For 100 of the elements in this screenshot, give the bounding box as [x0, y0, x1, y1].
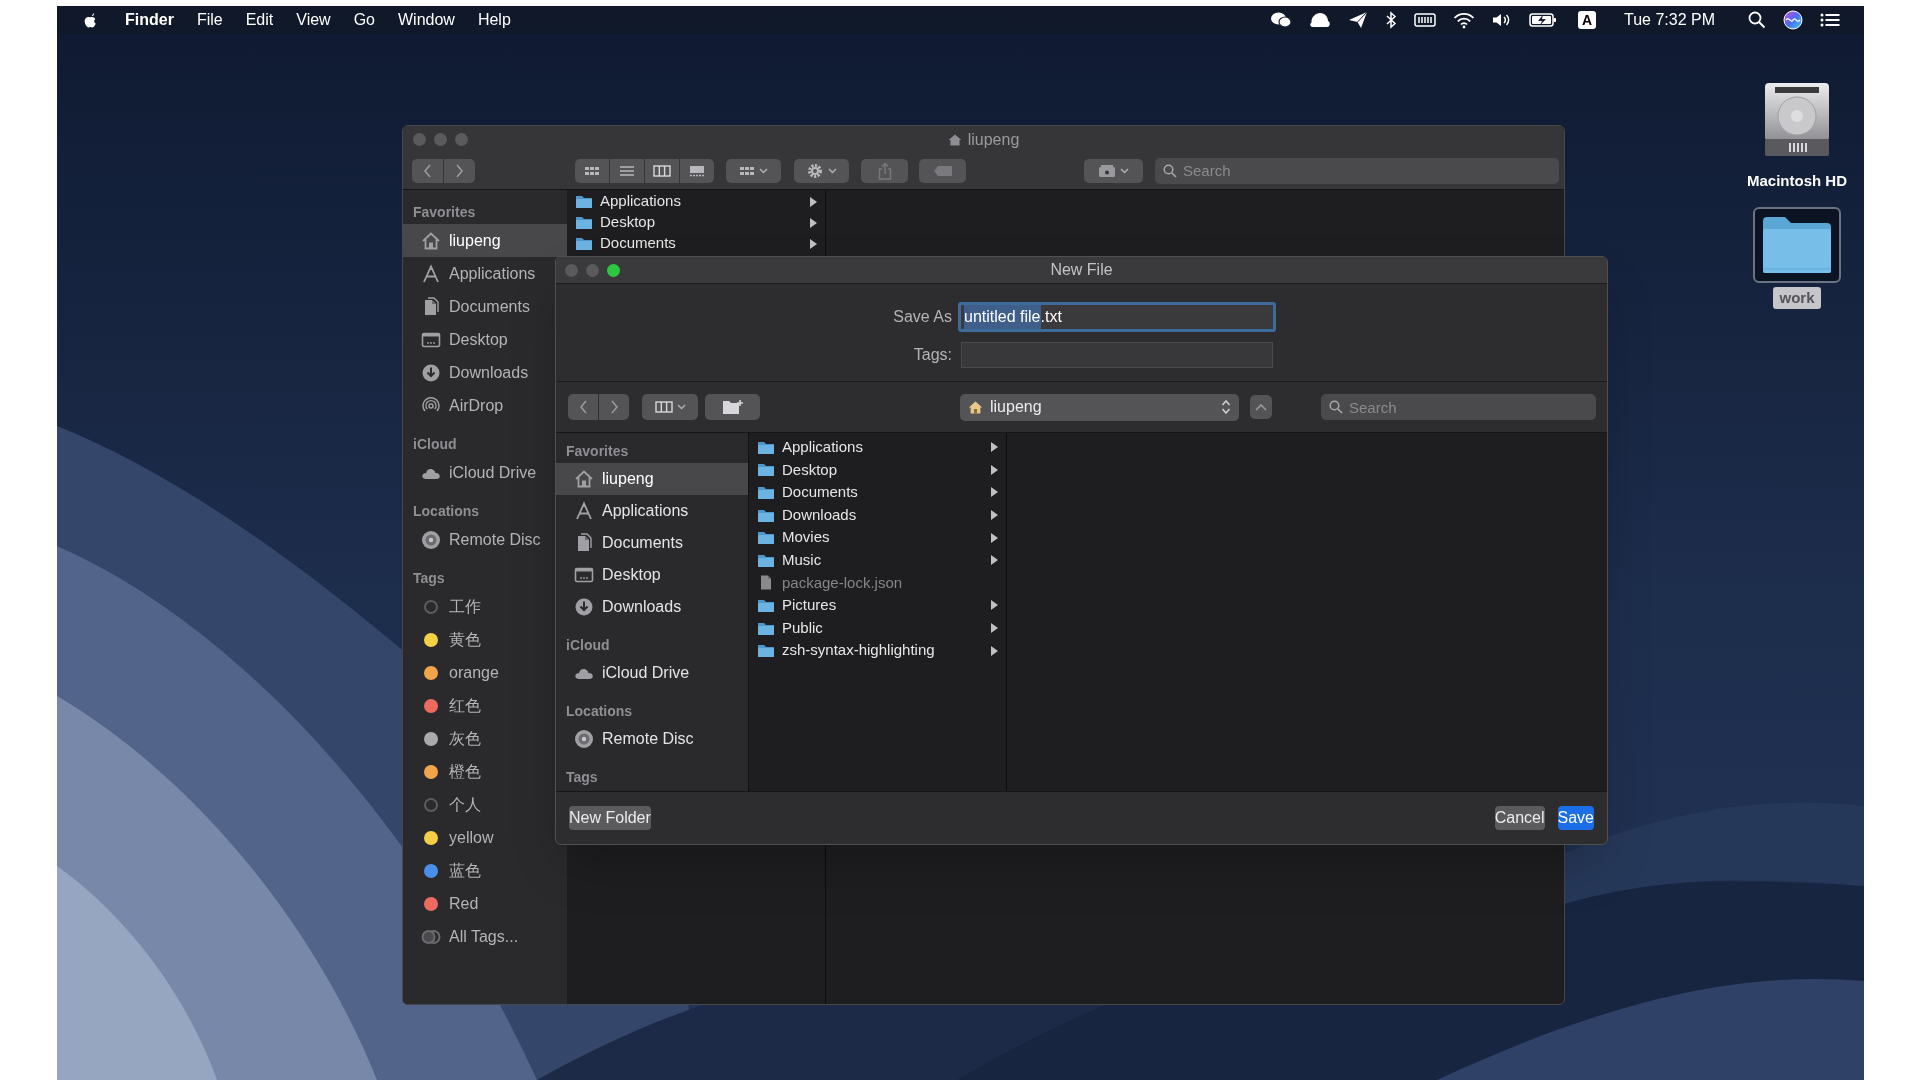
file-row[interactable]: zsh-syntax-highlighting — [749, 639, 1006, 662]
folder-icon — [757, 597, 775, 613]
forward-button[interactable] — [444, 158, 475, 183]
sidebar-item[interactable]: Downloads — [556, 591, 748, 623]
menu-item[interactable]: Window — [398, 8, 455, 32]
view-button[interactable] — [642, 394, 698, 420]
sidebar-item[interactable]: Documents — [556, 527, 748, 559]
icon-view-button[interactable] — [575, 158, 609, 183]
download-icon — [421, 362, 441, 383]
window-title: liupeng — [967, 130, 1020, 150]
file-row[interactable]: Pictures — [749, 594, 1006, 617]
gallery-view-button[interactable] — [680, 158, 714, 183]
sidebar-item[interactable]: 蓝色 — [403, 854, 567, 887]
search-icon — [1329, 400, 1343, 414]
list-view-button[interactable] — [610, 158, 644, 183]
tags-field[interactable] — [961, 342, 1273, 368]
desktop-icon-label[interactable]: Macintosh HD — [1741, 170, 1853, 193]
dialog-title: New File — [1050, 260, 1113, 280]
disclosure-arrow-icon — [991, 645, 998, 656]
quick-actions-button[interactable] — [1084, 158, 1143, 183]
disclosure-arrow-icon — [991, 623, 998, 634]
folder-icon — [757, 643, 775, 659]
menu-item[interactable]: Edit — [245, 8, 274, 32]
sidebar-item[interactable]: iCloud Drive — [556, 657, 748, 689]
menu-item[interactable]: View — [296, 8, 331, 32]
disclosure-arrow-icon — [991, 555, 998, 566]
sidebar-item[interactable]: Desktop — [556, 559, 748, 591]
caret-icon — [759, 167, 768, 174]
filename-field[interactable]: untitled file.txt — [958, 302, 1276, 332]
disclosure-arrow-icon — [991, 442, 998, 453]
columns-icon — [653, 164, 671, 177]
gallery-icon — [689, 164, 705, 177]
app-menu[interactable]: Finder — [125, 8, 174, 32]
folder-row[interactable]: Desktop — [567, 212, 825, 233]
disclosure-arrow-icon — [810, 196, 817, 207]
folder-icon — [757, 485, 775, 500]
file-row[interactable]: Desktop — [749, 458, 1006, 482]
folder-row[interactable]: Documents — [567, 233, 825, 254]
caret-icon — [676, 404, 686, 410]
sidebar-item[interactable]: Applications — [556, 495, 748, 527]
disclosure-arrow-icon — [991, 600, 998, 611]
sidebar-heading: Favorites — [412, 202, 477, 222]
menu-item[interactable]: Help — [477, 8, 511, 32]
column-view-button[interactable] — [645, 158, 679, 183]
hard-drive-icon — [1763, 81, 1831, 158]
drive-icon — [1098, 163, 1116, 178]
file-row[interactable]: Applications — [749, 436, 1006, 459]
file-row[interactable]: Movies — [749, 526, 1006, 549]
siri-icon — [1783, 10, 1803, 30]
menu-item[interactable]: File — [196, 8, 223, 32]
desktop-icon-label[interactable]: work — [1773, 286, 1821, 309]
new-folder-button[interactable]: New Folder — [569, 806, 651, 830]
chevron-right-icon — [455, 163, 464, 178]
disc-icon — [421, 529, 441, 550]
sidebar-item[interactable]: Red — [403, 887, 567, 920]
search-field[interactable]: Search — [1155, 157, 1559, 184]
empty-tag-icon — [424, 599, 438, 614]
sidebar-item[interactable]: liupeng — [556, 463, 748, 495]
menu-clock[interactable]: Tue 7:32 PM — [1624, 8, 1715, 32]
file-row[interactable]: Downloads — [749, 503, 1006, 527]
disc-icon — [574, 729, 594, 749]
back-button[interactable] — [568, 394, 598, 420]
folder-icon — [757, 530, 775, 546]
volume-icon — [1492, 12, 1512, 28]
house-icon — [421, 230, 441, 251]
search-field[interactable]: Search — [1321, 394, 1596, 420]
new-folder-icon — [721, 399, 744, 415]
sidebar-item[interactable]: Remote Disc — [556, 723, 748, 755]
file-row[interactable]: Music — [749, 548, 1006, 572]
battery-charging-icon — [1529, 12, 1557, 28]
caret-icon — [828, 167, 837, 174]
chevron-up-icon — [1255, 402, 1267, 412]
cancel-button[interactable]: Cancel — [1494, 806, 1545, 830]
arrange-button[interactable] — [726, 158, 781, 183]
sidebar-heading: Favorites — [565, 441, 630, 461]
selected-text: untitled file — [964, 305, 1041, 329]
file-row[interactable]: Public — [749, 616, 1006, 640]
field-label: Tags: — [912, 345, 952, 365]
save-button[interactable]: Save — [1557, 806, 1594, 830]
input-source-indicator[interactable]: A — [1578, 11, 1596, 29]
search-icon — [1163, 163, 1177, 178]
share-button[interactable] — [861, 158, 908, 183]
expand-button[interactable] — [1250, 395, 1272, 419]
file-row[interactable]: Documents — [749, 481, 1006, 504]
sidebar-item[interactable]: liupeng — [403, 224, 567, 257]
download-icon — [574, 597, 594, 617]
zoom-button[interactable] — [607, 264, 620, 277]
keyboard-icon — [1414, 12, 1436, 28]
folder-icon — [575, 215, 593, 230]
sidebar-item[interactable]: All Tags... — [403, 920, 567, 953]
back-button[interactable] — [412, 158, 443, 183]
new-folder-icon-button[interactable] — [705, 394, 760, 420]
folder-row[interactable]: Applications — [567, 191, 825, 212]
tag-button[interactable] — [919, 158, 966, 183]
action-button[interactable] — [794, 158, 849, 183]
tag-icon — [932, 164, 953, 177]
forward-button[interactable] — [599, 394, 629, 420]
cloud-icon — [1309, 11, 1331, 29]
location-popup[interactable]: liupeng — [960, 393, 1239, 421]
menu-item[interactable]: Go — [353, 8, 375, 32]
